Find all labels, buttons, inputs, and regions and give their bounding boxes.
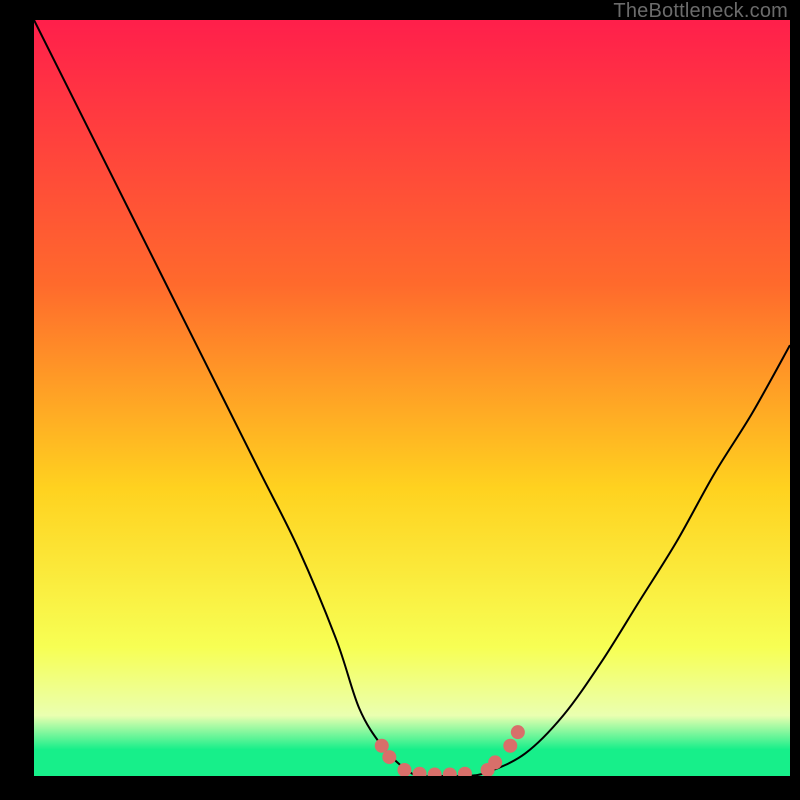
marker-dot <box>488 755 502 769</box>
marker-dot <box>503 739 517 753</box>
curve-markers <box>375 725 525 776</box>
curve-line <box>34 20 790 776</box>
bottleneck-curve <box>34 20 790 776</box>
marker-dot <box>382 750 396 764</box>
plot-area <box>34 20 790 776</box>
marker-dot <box>511 725 525 739</box>
marker-dot <box>443 767 457 776</box>
marker-dot <box>413 767 427 776</box>
marker-dot <box>458 767 472 776</box>
watermark-text: TheBottleneck.com <box>613 0 788 23</box>
chart-frame: TheBottleneck.com <box>0 0 800 800</box>
marker-dot <box>428 767 442 776</box>
